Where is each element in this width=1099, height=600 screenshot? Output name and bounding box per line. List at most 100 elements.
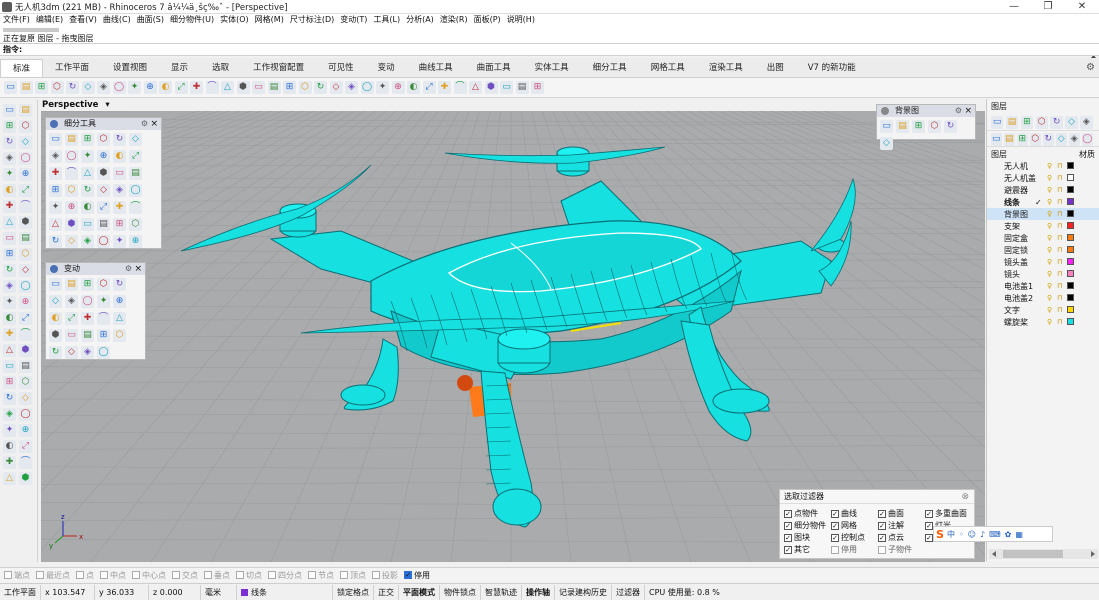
transform-tool-13-icon[interactable]: ⌒	[97, 312, 110, 325]
transform-tool-1-icon[interactable]: ▤	[65, 278, 78, 291]
layer-name[interactable]: 支架	[1004, 221, 1020, 232]
transform-tool-18-icon[interactable]: ⊞	[97, 329, 110, 342]
panel-tab-tool-6-icon[interactable]: ◈	[1080, 116, 1093, 129]
subd-tool-16-icon[interactable]: ▭	[113, 167, 126, 180]
subd-tool-4-icon[interactable]: ↻	[113, 133, 126, 146]
standard-tool-4-icon[interactable]: ↻	[66, 81, 79, 94]
left-tool-14-icon[interactable]: △	[3, 216, 16, 229]
tab-14[interactable]: 出图	[755, 59, 796, 77]
standard-tool-7-icon[interactable]: ◯	[112, 81, 126, 94]
ime-skin-icon[interactable]: ✿	[1005, 530, 1012, 539]
transform-tool-15-icon[interactable]: ⬢	[49, 329, 62, 342]
subd-tool-26-icon[interactable]: ◐	[81, 201, 94, 214]
osnap-checkbox[interactable]	[36, 571, 44, 579]
osnap-checkbox[interactable]	[308, 571, 316, 579]
filter-item[interactable]: 控制点	[831, 532, 865, 543]
ime-mic-icon[interactable]: ♪	[980, 530, 985, 539]
layer-color-swatch[interactable]	[1067, 318, 1074, 325]
subd-tool-18-icon[interactable]: ⊞	[49, 184, 62, 197]
left-tool-15-icon[interactable]: ⬢	[19, 216, 32, 229]
left-tool-11-icon[interactable]: ⤢	[19, 184, 32, 197]
lock-icon[interactable]: ⊓	[1057, 294, 1062, 302]
menu-item-5[interactable]: 细分物件(U)	[167, 14, 217, 26]
tab-3[interactable]: 显示	[159, 59, 200, 77]
osnap-item[interactable]: 点	[76, 570, 94, 581]
left-tool-42-icon[interactable]: ◐	[3, 440, 16, 453]
layer-color-swatch[interactable]	[1067, 174, 1074, 181]
layer-color-swatch[interactable]	[1067, 258, 1074, 265]
subd-tool-33-icon[interactable]: ▤	[97, 218, 110, 231]
layer-name[interactable]: 镜头	[1004, 269, 1020, 280]
subd-tool-24-icon[interactable]: ✦	[49, 201, 62, 214]
left-tool-19-icon[interactable]: ⬡	[19, 248, 32, 261]
osnap-item[interactable]: 停用	[404, 570, 430, 581]
status-toggle[interactable]: 过滤器	[612, 584, 645, 600]
lock-icon[interactable]: ⊓	[1057, 162, 1062, 170]
filter-item[interactable]: 网格	[831, 520, 857, 531]
left-tool-27-icon[interactable]: ⤢	[19, 312, 32, 325]
menu-item-1[interactable]: 编辑(E)	[33, 14, 66, 26]
transform-tool-21-icon[interactable]: ◇	[65, 346, 78, 359]
left-tool-41-icon[interactable]: ⊕	[19, 424, 32, 437]
filter-item[interactable]: 多重曲面	[925, 508, 967, 519]
filter-checkbox[interactable]	[784, 533, 792, 542]
layer-color-swatch[interactable]	[1067, 222, 1074, 229]
standard-tool-10-icon[interactable]: ◐	[159, 81, 172, 94]
left-tool-17-icon[interactable]: ▤	[19, 232, 32, 245]
menu-item-8[interactable]: 尺寸标注(D)	[287, 14, 337, 26]
status-toggle[interactable]: 正交	[374, 584, 399, 600]
left-tool-36-icon[interactable]: ↻	[3, 392, 16, 405]
menu-item-14[interactable]: 说明(H)	[504, 14, 538, 26]
subd-tool-1-icon[interactable]: ▤	[65, 133, 78, 146]
standard-tool-34-icon[interactable]: ⊞	[531, 81, 544, 94]
menu-item-13[interactable]: 面板(P)	[471, 14, 504, 26]
lock-icon[interactable]: ⊓	[1057, 258, 1062, 266]
maximize-button[interactable]: ❐	[1031, 0, 1065, 14]
left-tool-20-icon[interactable]: ↻	[3, 264, 16, 277]
ime-toolbar[interactable]: S 中 ◦ ☺ ♪ ⌨ ✿ ▦	[933, 526, 1053, 542]
subd-tool-20-icon[interactable]: ↻	[81, 184, 94, 197]
osnap-checkbox[interactable]	[76, 571, 84, 579]
filter-checkbox[interactable]	[925, 509, 933, 518]
left-tool-35-icon[interactable]: ⬡	[19, 376, 32, 389]
filter-checkbox[interactable]	[878, 533, 886, 542]
subd-tool-38-icon[interactable]: ◈	[81, 235, 94, 248]
tab-7[interactable]: 变动	[366, 59, 407, 77]
subd-tool-36-icon[interactable]: ↻	[49, 235, 62, 248]
transform-tool-23-icon[interactable]: ◯	[97, 346, 110, 359]
osnap-item[interactable]: 端点	[4, 570, 30, 581]
subd-tool-12-icon[interactable]: ✚	[49, 167, 62, 180]
layer-name[interactable]: 电池盖1	[1004, 281, 1033, 292]
layer-color-swatch[interactable]	[1067, 162, 1074, 169]
layer-color-swatch[interactable]	[1067, 294, 1074, 301]
lock-icon[interactable]: ⊓	[1057, 198, 1062, 206]
layer-row[interactable]: 支架 ♀ ⊓	[987, 220, 1099, 232]
menu-item-10[interactable]: 工具(L)	[370, 14, 403, 26]
standard-tool-1-icon[interactable]: ▤	[19, 81, 33, 94]
osnap-item[interactable]: 中点	[100, 570, 126, 581]
viewport-title[interactable]: Perspective ▾	[42, 100, 110, 110]
transform-tool-2-icon[interactable]: ⊞	[81, 278, 94, 291]
left-tool-30-icon[interactable]: △	[3, 344, 16, 357]
left-tool-32-icon[interactable]: ▭	[3, 360, 16, 373]
status-toggle[interactable]: 平面模式	[399, 584, 440, 600]
filter-item[interactable]: 注解	[878, 520, 904, 531]
left-tool-4-icon[interactable]: ↻	[3, 136, 16, 149]
transform-tool-9-icon[interactable]: ⊕	[113, 295, 126, 308]
transform-tool-8-icon[interactable]: ✦	[97, 295, 110, 308]
lightbulb-icon[interactable]: ♀	[1047, 162, 1052, 170]
layer-tool-tool-6-icon[interactable]: ◈	[1069, 133, 1080, 146]
close-icon[interactable]: ×	[964, 105, 972, 117]
layer-row[interactable]: 线条 ✓ ♀ ⊓	[987, 196, 1099, 208]
standard-tool-24-icon[interactable]: ✦	[376, 81, 389, 94]
filter-item[interactable]: 细分物件	[784, 520, 826, 531]
standard-tool-14-icon[interactable]: △	[221, 81, 234, 94]
left-tool-0-icon[interactable]: ▭	[3, 104, 16, 117]
left-tool-24-icon[interactable]: ✦	[3, 296, 16, 309]
left-tool-8-icon[interactable]: ✦	[3, 168, 16, 181]
standard-tool-18-icon[interactable]: ⊞	[283, 81, 296, 94]
status-toggle[interactable]: 物件锁点	[440, 584, 481, 600]
filter-checkbox[interactable]	[925, 521, 933, 530]
layer-name[interactable]: 无人机	[1004, 161, 1028, 172]
tab-6[interactable]: 可见性	[316, 59, 366, 77]
